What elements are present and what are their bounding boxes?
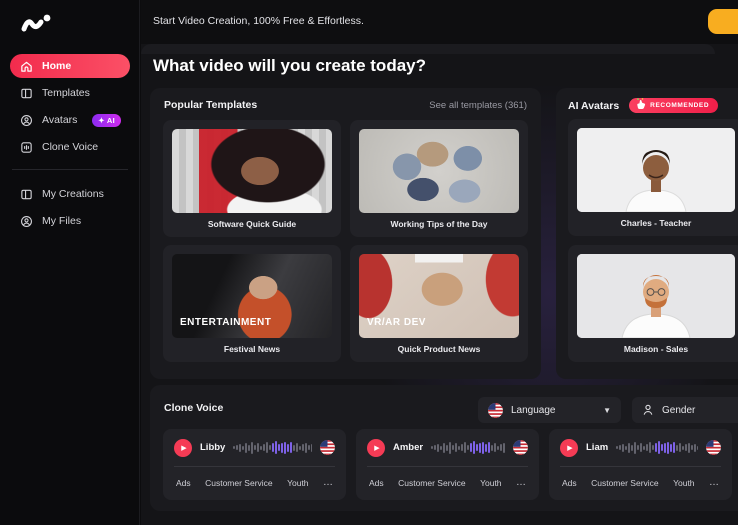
play-button[interactable]: ▶ <box>560 439 578 457</box>
sidebar-nav: Home Templates Avatars ✦ AI Clone Voice <box>10 54 130 236</box>
clone-voice-title: Clone Voice <box>164 402 223 414</box>
next-section-peek <box>141 44 715 54</box>
sidebar-item-my-files[interactable]: My Files <box>10 209 130 233</box>
us-flag-icon <box>706 440 721 455</box>
pointing-hand-icon <box>636 98 646 110</box>
waveform <box>431 441 505 455</box>
home-icon <box>19 59 33 73</box>
sidebar-item-templates[interactable]: Templates <box>10 81 130 105</box>
language-dropdown[interactable]: Language ▼ <box>478 397 621 423</box>
sidebar-item-label: Avatars <box>42 114 77 126</box>
avatar-card-madison[interactable]: Madison - Sales <box>568 245 738 362</box>
page-title: What video will you create today? <box>153 56 426 76</box>
templates-icon <box>19 86 33 100</box>
gender-dropdown-label: Gender <box>662 405 695 416</box>
us-flag-icon <box>320 440 335 455</box>
sidebar-item-label: My Creations <box>42 188 104 200</box>
us-flag-icon <box>513 440 528 455</box>
sidebar-item-clone-voice[interactable]: Clone Voice <box>10 135 130 159</box>
template-card-quick-product-news[interactable]: VR/AR DEV Quick Product News <box>350 245 528 362</box>
waveform <box>233 441 312 455</box>
template-thumbnail <box>359 129 519 213</box>
cta-button[interactable] <box>708 9 738 34</box>
template-thumbnail: VR/AR DEV <box>359 254 519 338</box>
see-all-templates-link[interactable]: See all templates (361) <box>429 100 527 111</box>
topbar: Start Video Creation, 100% Free & Effort… <box>141 0 738 44</box>
clone-voice-icon <box>19 140 33 154</box>
sidebar-item-label: My Files <box>42 215 81 227</box>
ai-avatars-title: AI Avatars <box>568 100 619 112</box>
sidebar-item-label: Templates <box>42 87 90 99</box>
voice-tag: Customer Service <box>591 478 659 488</box>
template-thumbnail <box>172 129 332 213</box>
recommended-badge: RECOMMENDED <box>629 98 718 113</box>
template-card-software-quick-guide[interactable]: Software Quick Guide <box>163 120 341 237</box>
thumbnail-overlay-text: ENTERTAINMENT <box>180 317 271 328</box>
more-tags-button[interactable]: … <box>323 480 333 486</box>
recommended-label: RECOMMENDED <box>650 102 709 109</box>
chevron-down-icon: ▼ <box>603 406 611 415</box>
avatar-title: Charles - Teacher <box>577 212 735 235</box>
main-content: What video will you create today? Popula… <box>141 44 738 525</box>
avatar-card-charles[interactable]: Charles - Teacher <box>568 119 738 236</box>
template-card-working-tips[interactable]: Working Tips of the Day <box>350 120 528 237</box>
voice-tag: Youth <box>673 478 694 488</box>
avatars-icon <box>19 113 33 127</box>
my-creations-icon <box>19 187 33 201</box>
voice-tag: Ads <box>176 478 191 488</box>
voice-tag: Ads <box>562 478 577 488</box>
person-icon <box>642 404 654 416</box>
popular-templates-title: Popular Templates <box>164 99 257 111</box>
sidebar-divider <box>12 169 128 170</box>
template-title: Festival News <box>172 338 332 361</box>
ai-avatars-panel: AI Avatars RECOMMENDED C <box>556 88 738 379</box>
us-flag-icon <box>488 403 503 418</box>
sidebar: Home Templates Avatars ✦ AI Clone Voice <box>0 0 140 525</box>
my-files-icon <box>19 214 33 228</box>
sidebar-item-label: Clone Voice <box>42 141 98 153</box>
template-title: Software Quick Guide <box>172 213 332 236</box>
voice-tag: Youth <box>480 478 501 488</box>
ai-badge: ✦ AI <box>92 114 121 127</box>
app-logo[interactable] <box>20 10 54 36</box>
voice-name: Libby <box>200 442 225 453</box>
gender-dropdown[interactable]: Gender <box>632 397 738 423</box>
sidebar-item-avatars[interactable]: Avatars ✦ AI <box>10 108 130 132</box>
templates-grid: Software Quick Guide Working Tips of the… <box>163 120 528 362</box>
language-dropdown-label: Language <box>511 405 556 416</box>
avatar-image <box>577 128 735 212</box>
voice-name: Amber <box>393 442 423 453</box>
topbar-message: Start Video Creation, 100% Free & Effort… <box>153 15 364 27</box>
more-tags-button[interactable]: … <box>709 480 719 486</box>
voice-card-amber[interactable]: ▶ Amber Ads Customer Service Youth … <box>356 429 539 500</box>
avatar-image <box>577 254 735 338</box>
sidebar-item-home[interactable]: Home <box>10 54 130 78</box>
waveform <box>616 441 698 455</box>
popular-templates-panel: Popular Templates See all templates (361… <box>150 88 541 379</box>
play-button[interactable]: ▶ <box>174 439 192 457</box>
clone-voice-panel: Clone Voice Language ▼ Gender <box>150 385 738 511</box>
play-button[interactable]: ▶ <box>367 439 385 457</box>
voice-tag: Customer Service <box>205 478 273 488</box>
thumbnail-overlay-text: VR/AR DEV <box>367 317 426 328</box>
sparkle-icon: ✦ <box>98 116 105 125</box>
voice-tag: Ads <box>369 478 384 488</box>
sidebar-item-my-creations[interactable]: My Creations <box>10 182 130 206</box>
avatar-title: Madison - Sales <box>577 338 735 361</box>
more-tags-button[interactable]: … <box>516 480 526 486</box>
voice-card-libby[interactable]: ▶ Libby Ads Customer Service Youth … <box>163 429 346 500</box>
voice-name: Liam <box>586 442 608 453</box>
template-card-festival-news[interactable]: ENTERTAINMENT Festival News <box>163 245 341 362</box>
template-thumbnail: ENTERTAINMENT <box>172 254 332 338</box>
template-title: Working Tips of the Day <box>359 213 519 236</box>
voice-tag: Youth <box>287 478 308 488</box>
template-title: Quick Product News <box>359 338 519 361</box>
voice-tag: Customer Service <box>398 478 466 488</box>
sidebar-item-label: Home <box>42 60 71 72</box>
voice-card-liam[interactable]: ▶ Liam Ads Customer Service Youth … <box>549 429 732 500</box>
